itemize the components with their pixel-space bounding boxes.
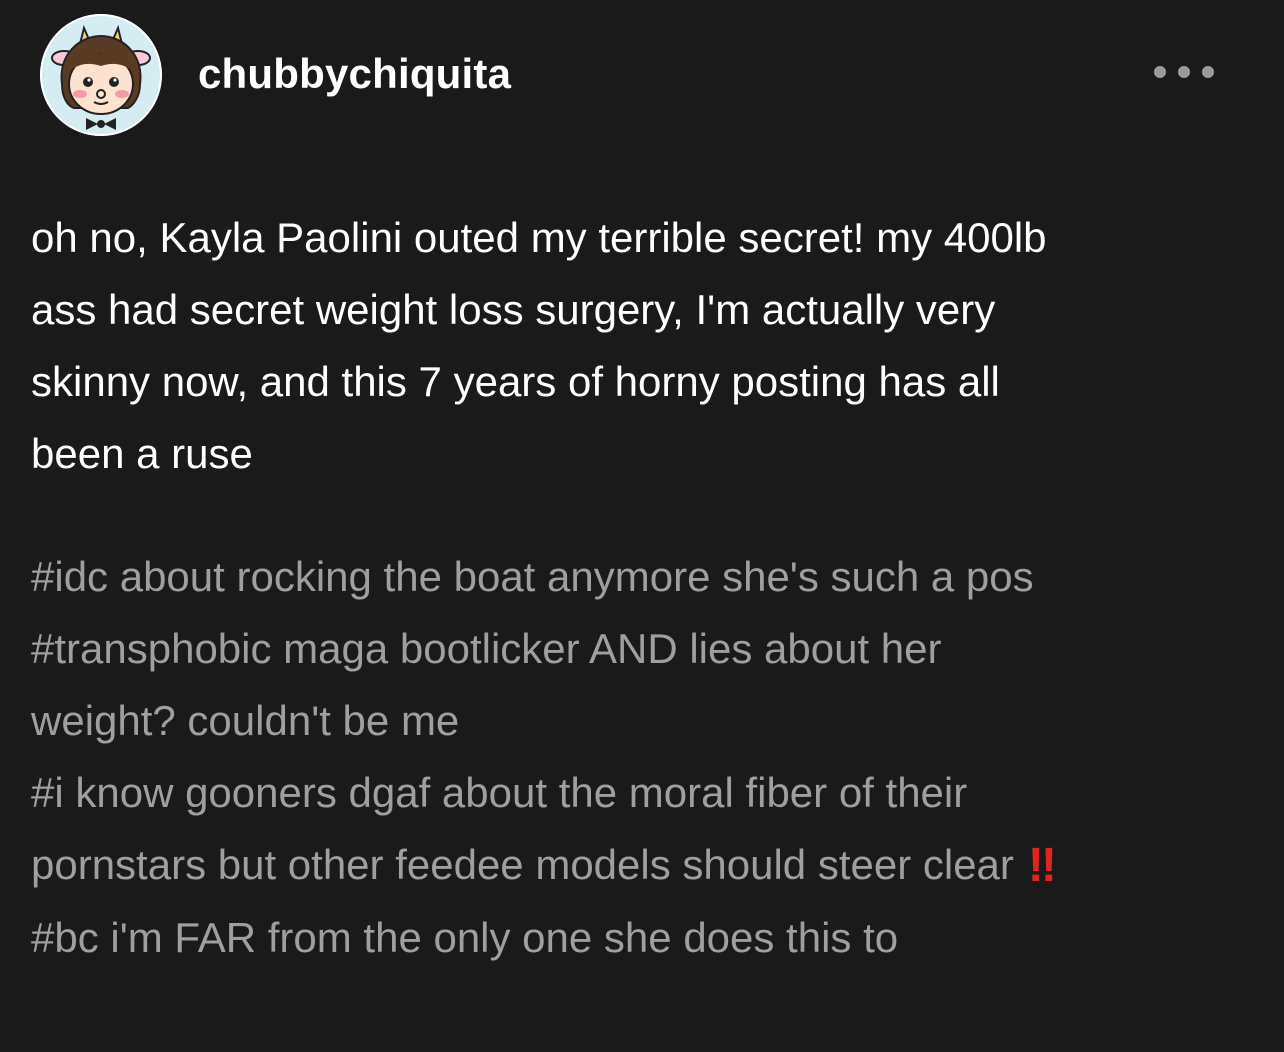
tag-text[interactable]: weight? couldn't be me bbox=[31, 697, 459, 744]
post-body-line: been a ruse bbox=[31, 430, 253, 477]
tag-bc-im-far[interactable]: #bc i'm FAR from the only one she does t… bbox=[31, 902, 1251, 974]
tumblr-post: chubbychiquita oh no, Kayla Paolini oute… bbox=[0, 0, 1284, 1052]
post-tags: #idc about rocking the boat anymore she'… bbox=[31, 541, 1251, 974]
tag-text[interactable]: #bc i'm FAR from the only one she does t… bbox=[31, 914, 898, 961]
tag-text[interactable]: #idc about rocking the boat anymore she'… bbox=[31, 553, 1034, 600]
ellipsis-icon bbox=[1178, 66, 1190, 78]
ellipsis-icon bbox=[1202, 66, 1214, 78]
tag-text[interactable]: #i know gooners dgaf about the moral fib… bbox=[31, 769, 967, 816]
tag-i-know-gooners[interactable]: #i know gooners dgaf about the moral fib… bbox=[31, 757, 1251, 829]
post-header: chubbychiquita bbox=[40, 14, 1244, 136]
post-body-line: skinny now, and this 7 years of horny po… bbox=[31, 358, 1000, 405]
tag-i-know-gooners-continued[interactable]: pornstars but other feedee models should… bbox=[31, 829, 1251, 902]
tag-transphobic-continued[interactable]: weight? couldn't be me bbox=[31, 685, 1251, 757]
tag-transphobic[interactable]: #transphobic maga bootlicker AND lies ab… bbox=[31, 613, 1251, 685]
ellipsis-icon bbox=[1154, 66, 1166, 78]
double-exclamation-icon: ‼ bbox=[1027, 839, 1057, 892]
tag-text[interactable]: #transphobic maga bootlicker AND lies ab… bbox=[31, 625, 942, 672]
post-body-line: oh no, Kayla Paolini outed my terrible s… bbox=[31, 214, 1047, 261]
tag-idc-about-rocking[interactable]: #idc about rocking the boat anymore she'… bbox=[31, 541, 1251, 613]
post-body-line: ass had secret weight loss surgery, I'm … bbox=[31, 286, 996, 333]
post-username[interactable]: chubbychiquita bbox=[198, 50, 511, 98]
post-body: oh no, Kayla Paolini outed my terrible s… bbox=[31, 202, 1251, 490]
more-options-button[interactable] bbox=[1154, 60, 1214, 84]
tag-text[interactable]: pornstars but other feedee models should… bbox=[31, 841, 1014, 888]
cartoon-cow-girl-avatar-icon bbox=[40, 14, 162, 136]
avatar[interactable] bbox=[40, 14, 162, 136]
